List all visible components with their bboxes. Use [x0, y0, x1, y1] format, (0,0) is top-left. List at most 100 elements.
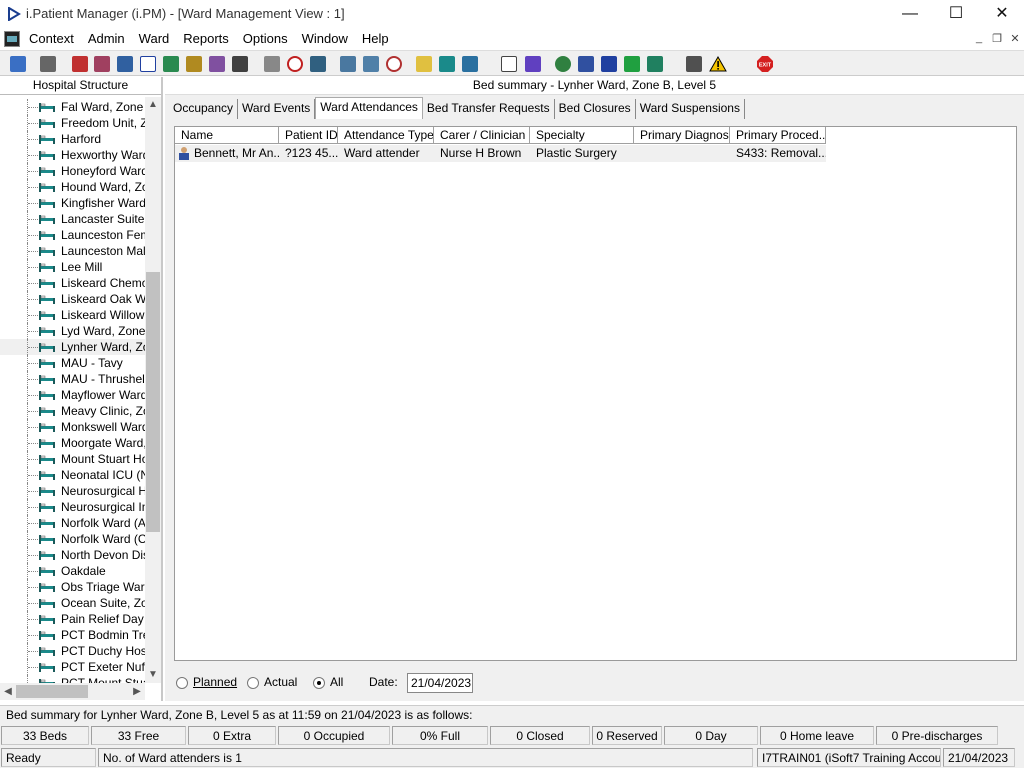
scroll-up-icon[interactable]: ▲ [145, 97, 161, 113]
tree-item-ward[interactable]: Launceston Fema [0, 227, 145, 243]
tree-item-ward[interactable]: Meavy Clinic, Zon [0, 403, 145, 419]
tab-bed-transfer-requests[interactable]: Bed Transfer Requests [422, 99, 555, 119]
clock-icon[interactable] [285, 54, 305, 74]
tree-item-ward[interactable]: Liskeard Oak Wa [0, 291, 145, 307]
close-button[interactable]: ✕ [979, 0, 1024, 28]
clinician-icon[interactable] [161, 54, 181, 74]
memo-icon[interactable] [414, 54, 434, 74]
ward-tree[interactable]: Fal Ward, Zone B Freedom Unit, Zone Harfor… [0, 97, 145, 683]
records-icon[interactable] [92, 54, 112, 74]
tree-item-ward[interactable]: Norfolk Ward (Co [0, 531, 145, 547]
checklist-icon[interactable] [576, 54, 596, 74]
printer-icon[interactable] [38, 54, 58, 74]
tab-ward-attendances[interactable]: Ward Attendances [315, 97, 423, 119]
mdi-minimize-button[interactable]: _ [970, 32, 988, 46]
book-icon[interactable] [70, 54, 90, 74]
list-view-icon[interactable] [338, 54, 358, 74]
menu-options[interactable]: Options [236, 31, 295, 46]
tree-item-ward[interactable]: Neonatal ICU (NN [0, 467, 145, 483]
notes-icon[interactable] [184, 54, 204, 74]
bed-icon[interactable] [437, 54, 457, 74]
column-header-clinician[interactable]: Carer / Clinician [434, 127, 530, 144]
tree-item-ward[interactable]: Harford [0, 131, 145, 147]
mdi-close-button[interactable]: ✕ [1006, 32, 1024, 46]
target-icon[interactable] [384, 54, 404, 74]
scroll-down-icon[interactable]: ▼ [145, 667, 161, 683]
tree-item-ward[interactable]: Neurosurgical Hig [0, 483, 145, 499]
tree-item-ward[interactable]: Hound Ward, Zone [0, 179, 145, 195]
swap-icon[interactable] [684, 54, 704, 74]
monitor-icon[interactable] [308, 54, 328, 74]
tree-item-ward[interactable]: PCT Bodmin Trea [0, 627, 145, 643]
scroll-right-icon[interactable]: ▶ [129, 683, 145, 700]
tree-item-ward[interactable]: Lyd Ward, Zone B [0, 323, 145, 339]
tree-item-ward[interactable]: Oakdale [0, 563, 145, 579]
tree-item-ward[interactable]: Obs Triage Ward [0, 579, 145, 595]
tree-item-ward[interactable]: MAU - Thrushel [0, 371, 145, 387]
tree-item-ward[interactable]: Norfolk Ward (Ad [0, 515, 145, 531]
tree-item-ward[interactable]: North Devon Dist [0, 547, 145, 563]
document-icon[interactable] [499, 54, 519, 74]
tree-item-ward[interactable]: Ocean Suite, Zon [0, 595, 145, 611]
tree-item-ward[interactable]: PCT Exeter Nuffie [0, 659, 145, 675]
tree-item-ward[interactable]: Freedom Unit, Zone [0, 115, 145, 131]
actual-radio[interactable] [247, 677, 259, 689]
scroll-left-icon[interactable]: ◀ [0, 683, 16, 700]
column-header-specialty[interactable]: Specialty [530, 127, 634, 144]
mdi-child-icon[interactable] [4, 31, 20, 47]
globe-icon[interactable] [553, 54, 573, 74]
menu-context[interactable]: Context [22, 31, 81, 46]
refresh-green-icon[interactable] [622, 54, 642, 74]
register-icon[interactable] [115, 54, 135, 74]
column-header-primary-procedure[interactable]: Primary Proced... [730, 127, 826, 144]
tree-item-ward[interactable]: Mount Stuart Hos [0, 451, 145, 467]
tree-item-ward[interactable]: Mayflower Ward, [0, 387, 145, 403]
bar-chart-icon[interactable] [523, 54, 543, 74]
tree-item-ward[interactable]: Hexworthy Ward, [0, 147, 145, 163]
magnify-icon[interactable] [262, 54, 282, 74]
tree-item-ward[interactable]: Kingfisher Ward [0, 195, 145, 211]
tree-item-ward[interactable]: Pain Relief Day C [0, 611, 145, 627]
mdi-restore-button[interactable]: ❐ [988, 32, 1006, 46]
scroll-thumb[interactable] [146, 272, 160, 532]
column-header-primary-diagnosis[interactable]: Primary Diagnosis [634, 127, 730, 144]
maximize-button[interactable]: ☐ [933, 0, 979, 28]
tree-item-ward[interactable]: Lee Mill [0, 259, 145, 275]
tree-item-ward[interactable]: Fal Ward, Zone B [0, 99, 145, 115]
table-row[interactable]: Bennett, Mr An... ?123 45... Ward attend… [175, 145, 826, 162]
tree-item-ward[interactable]: Monkswell Ward, [0, 419, 145, 435]
tree-horizontal-scrollbar[interactable]: ◀ ▶ [0, 683, 145, 700]
menu-window[interactable]: Window [295, 31, 355, 46]
date-field[interactable] [407, 673, 473, 693]
tree-item-ward[interactable]: MAU - Tavy [0, 355, 145, 371]
hscroll-thumb[interactable] [16, 685, 88, 698]
refresh-icon[interactable] [645, 54, 665, 74]
tab-bed-closures[interactable]: Bed Closures [554, 99, 636, 119]
exit-icon[interactable]: EXIT [755, 54, 775, 74]
tree-item-ward[interactable]: PCT Duchy Hosp [0, 643, 145, 659]
menu-ward[interactable]: Ward [132, 31, 177, 46]
check-icon[interactable] [599, 54, 619, 74]
column-header-patient-id[interactable]: Patient ID [279, 127, 338, 144]
m-icon[interactable] [138, 54, 158, 74]
tree-vertical-scrollbar[interactable]: ▲ ▼ [145, 97, 161, 683]
flag-icon[interactable] [230, 54, 250, 74]
referral-icon[interactable] [207, 54, 227, 74]
planned-radio[interactable] [176, 677, 188, 689]
tree-item-ward[interactable]: Lancaster Suite, Z [0, 211, 145, 227]
tree-item-ward[interactable]: Moorgate Ward, Z [0, 435, 145, 451]
tab-ward-events[interactable]: Ward Events [238, 99, 316, 119]
menu-reports[interactable]: Reports [176, 31, 236, 46]
tab-ward-suspensions[interactable]: Ward Suspensions [635, 99, 745, 119]
chart-icon[interactable] [361, 54, 381, 74]
tree-item-ward[interactable]: Neurosurgical Inte [0, 499, 145, 515]
tree-item-ward[interactable]: Honeyford Ward, [0, 163, 145, 179]
tree-item-ward[interactable]: Liskeard Chemo D [0, 275, 145, 291]
menu-help[interactable]: Help [355, 31, 396, 46]
column-header-name[interactable]: Name [175, 127, 279, 144]
tree-item-ward[interactable]: Lynher Ward, Zon [0, 339, 145, 355]
tree-item-ward[interactable]: PCT Mount Stuar [0, 675, 145, 683]
minimize-button[interactable]: — [887, 0, 933, 28]
all-radio[interactable] [313, 677, 325, 689]
bed-transfer-icon[interactable] [460, 54, 480, 74]
